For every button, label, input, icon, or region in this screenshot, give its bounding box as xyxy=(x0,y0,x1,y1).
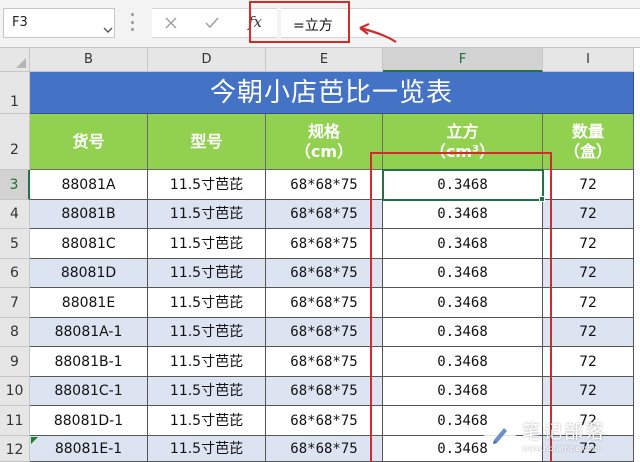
header-label: 型号 xyxy=(190,131,223,151)
header-cell-item-no[interactable]: 货号 xyxy=(30,114,148,170)
cancel-icon[interactable] xyxy=(164,16,178,30)
row-header-1[interactable]: 1 xyxy=(0,72,30,114)
row-header-11[interactable]: 11 xyxy=(0,406,30,436)
cell-model[interactable]: 11.5寸芭芘 xyxy=(148,288,266,318)
cell-size[interactable]: 68*68*75 xyxy=(266,406,383,436)
cell-quantity[interactable]: 72 xyxy=(543,377,634,406)
cell-item-no[interactable]: 88081B xyxy=(30,200,148,229)
cell-model[interactable]: 11.5寸芭芘 xyxy=(148,229,266,259)
cell-quantity[interactable]: 72 xyxy=(543,259,634,288)
formula-highlight-box xyxy=(249,1,350,43)
cell-quantity[interactable]: 72 xyxy=(543,347,634,377)
cell-item-no[interactable]: 88081D-1 xyxy=(30,406,148,436)
cell-model[interactable]: 11.5寸芭芘 xyxy=(148,436,266,462)
spreadsheet-grid: B D E F I 1 2 3 4 5 6 7 8 9 10 11 12 今朝小… xyxy=(0,48,640,462)
header-label: 立方 xyxy=(446,121,479,141)
row-header-12[interactable]: 12 xyxy=(0,436,30,462)
header-cell-quantity[interactable]: 数量 （盒） xyxy=(543,114,634,170)
error-indicator-icon xyxy=(31,437,38,444)
cell-model[interactable]: 11.5寸芭芘 xyxy=(148,406,266,436)
cell-item-no[interactable]: 88081D xyxy=(30,259,148,288)
cell-size[interactable]: 68*68*75 xyxy=(266,259,383,288)
cell-size[interactable]: 68*68*75 xyxy=(266,318,383,347)
cell-size[interactable]: 68*68*75 xyxy=(266,229,383,259)
row-header-2[interactable]: 2 xyxy=(0,114,30,170)
cell-model[interactable]: 11.5寸芭芘 xyxy=(148,259,266,288)
watermark: 笔记部落 www.notetribe.com xyxy=(484,416,634,460)
cell-model[interactable]: 11.5寸芭芘 xyxy=(148,318,266,347)
cell-size[interactable]: 68*68*75 xyxy=(266,377,383,406)
row-header-3[interactable]: 3 xyxy=(0,170,30,200)
cell-item-no[interactable]: 88081E-1 xyxy=(30,436,148,462)
cell-quantity[interactable]: 72 xyxy=(543,229,634,259)
logo-icon xyxy=(484,418,516,450)
row-header-10[interactable]: 10 xyxy=(0,377,30,406)
column-header-d[interactable]: D xyxy=(148,48,266,72)
cell-size[interactable]: 68*68*75 xyxy=(266,170,383,200)
cell-quantity[interactable]: 72 xyxy=(543,170,634,200)
watermark-title: 笔记部落 xyxy=(522,421,607,443)
cell-model[interactable]: 11.5寸芭芘 xyxy=(148,170,266,200)
row-header-4[interactable]: 4 xyxy=(0,200,30,229)
cell-model[interactable]: 11.5寸芭芘 xyxy=(148,377,266,406)
row-header-6[interactable]: 6 xyxy=(0,259,30,288)
header-unit: （cm） xyxy=(294,141,354,161)
column-header-i[interactable]: I xyxy=(543,48,634,72)
cell-size[interactable]: 68*68*75 xyxy=(266,200,383,229)
watermark-url: www.notetribe.com xyxy=(522,444,600,453)
check-icon[interactable] xyxy=(204,16,220,30)
chevron-down-icon[interactable] xyxy=(102,23,114,37)
select-all-corner[interactable] xyxy=(0,48,30,72)
row-header-8[interactable]: 8 xyxy=(0,318,30,347)
header-unit: （盒） xyxy=(563,141,612,161)
grip-handle-icon[interactable] xyxy=(131,13,135,31)
cell-item-no[interactable]: 88081C-1 xyxy=(30,377,148,406)
header-cell-size[interactable]: 规格 （cm） xyxy=(266,114,383,170)
row-header-5[interactable]: 5 xyxy=(0,229,30,259)
cell-item-no[interactable]: 88081C xyxy=(30,229,148,259)
name-box[interactable]: F3 xyxy=(3,8,115,38)
sheet-title[interactable]: 今朝小店芭比一览表 xyxy=(30,72,634,114)
cell-size[interactable]: 68*68*75 xyxy=(266,436,383,462)
row-header-7[interactable]: 7 xyxy=(0,288,30,318)
name-box-value: F3 xyxy=(12,15,28,30)
annotation-arrow-icon xyxy=(359,22,397,43)
column-header-e[interactable]: E xyxy=(266,48,383,72)
column-header-f[interactable]: F xyxy=(383,48,543,72)
cell-item-no[interactable]: 88081A xyxy=(30,170,148,200)
cell-model[interactable]: 11.5寸芭芘 xyxy=(148,200,266,229)
formula-bar: F3 fx =立方 xyxy=(0,0,640,48)
header-cell-model[interactable]: 型号 xyxy=(148,114,266,170)
header-label: 数量 xyxy=(571,121,604,141)
cell-item-no[interactable]: 88081A-1 xyxy=(30,318,148,347)
cell-size[interactable]: 68*68*75 xyxy=(266,288,383,318)
cell-model[interactable]: 11.5寸芭芘 xyxy=(148,347,266,377)
cell-quantity[interactable]: 72 xyxy=(543,200,634,229)
cell-size[interactable]: 68*68*75 xyxy=(266,347,383,377)
cell-quantity[interactable]: 72 xyxy=(543,318,634,347)
row-header-9[interactable]: 9 xyxy=(0,347,30,377)
cell-item-no[interactable]: 88081B-1 xyxy=(30,347,148,377)
cell-quantity[interactable]: 72 xyxy=(543,288,634,318)
header-label: 货号 xyxy=(72,131,105,151)
header-label: 规格 xyxy=(307,121,340,141)
column-header-b[interactable]: B xyxy=(30,48,148,72)
cell-item-no[interactable]: 88081E xyxy=(30,288,148,318)
